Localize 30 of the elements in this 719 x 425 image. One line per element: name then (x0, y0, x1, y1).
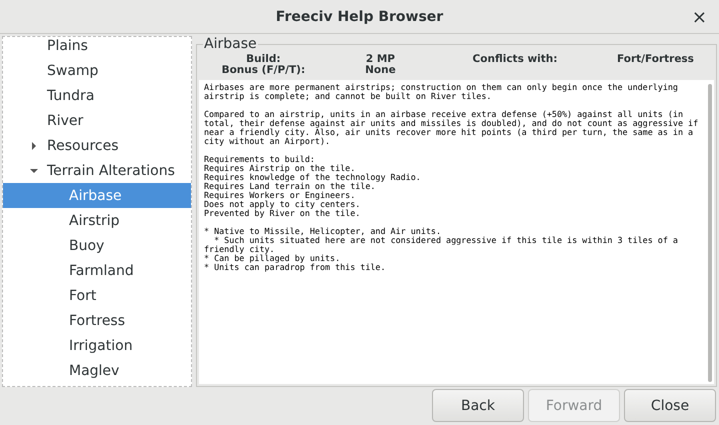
tree-item[interactable]: Irrigation (3, 333, 191, 358)
property-value: 2 MP (364, 54, 396, 65)
help-paragraph: Compared to an airstrip, units in an airbase receive extra defense (+50%) against all units (in total, their defense against air units and missiles is doubled), and do not count as aggressive if near a friendly city. Also, air units recover more hit points (a third per turn, the same as in a city without an Airport). (204, 110, 700, 146)
tree-item[interactable]: Airstrip (3, 208, 191, 233)
tree-item[interactable]: Fortress (3, 308, 191, 333)
tree-item[interactable]: River (3, 108, 191, 133)
tree-item[interactable]: Plains (3, 37, 191, 58)
tree-item[interactable]: Buoy (3, 233, 191, 258)
dialog-button[interactable]: Close (624, 389, 716, 422)
help-paragraph: Airbases are more permanent airstrips; construction on them can only begin once the underlying airstrip is complete; and cannot be built on River tiles. (204, 83, 679, 101)
expander-icon[interactable] (29, 140, 39, 150)
scrollbar[interactable] (708, 84, 712, 382)
property-label: Bonus (F/P/T): (220, 65, 306, 76)
tree-item[interactable]: Resources (3, 133, 191, 158)
property-value: Fort/Fortress (616, 54, 695, 65)
tree-item[interactable]: Tundra (3, 83, 191, 108)
tree-item[interactable]: Fort (3, 283, 191, 308)
window-title: Freeciv Help Browser (276, 8, 444, 24)
property-label: Build: (245, 54, 282, 65)
help-paragraph: * Native to Missile, Helicopter, and Air units. * Such units situated here are not considered aggressive if this tile is within 3 tiles of a friendly city. * Can be pillaged by units. * Units can paradrop from this tile. (204, 227, 679, 272)
close-button[interactable]: × (692, 7, 707, 28)
dialog-button[interactable]: Back (432, 389, 524, 422)
tree-item[interactable]: Terrain Alterations (3, 158, 191, 183)
tree-item[interactable]: Farmland (3, 258, 191, 283)
tree-item[interactable]: Swamp (3, 58, 191, 83)
help-paragraph: Requirements to build: Requires Airstrip on the tile. Requires knowledge of the technology Radio. Requires Land terrain on the tile. Requires Workers or Engineers. Does not apply to city centers. Prevented by River on the tile. (204, 155, 422, 218)
property-label: Conflicts with: (472, 54, 558, 65)
frame-title: Airbase (203, 36, 258, 52)
tree-item[interactable]: Maglev (3, 358, 191, 383)
property-value: None (364, 65, 397, 76)
